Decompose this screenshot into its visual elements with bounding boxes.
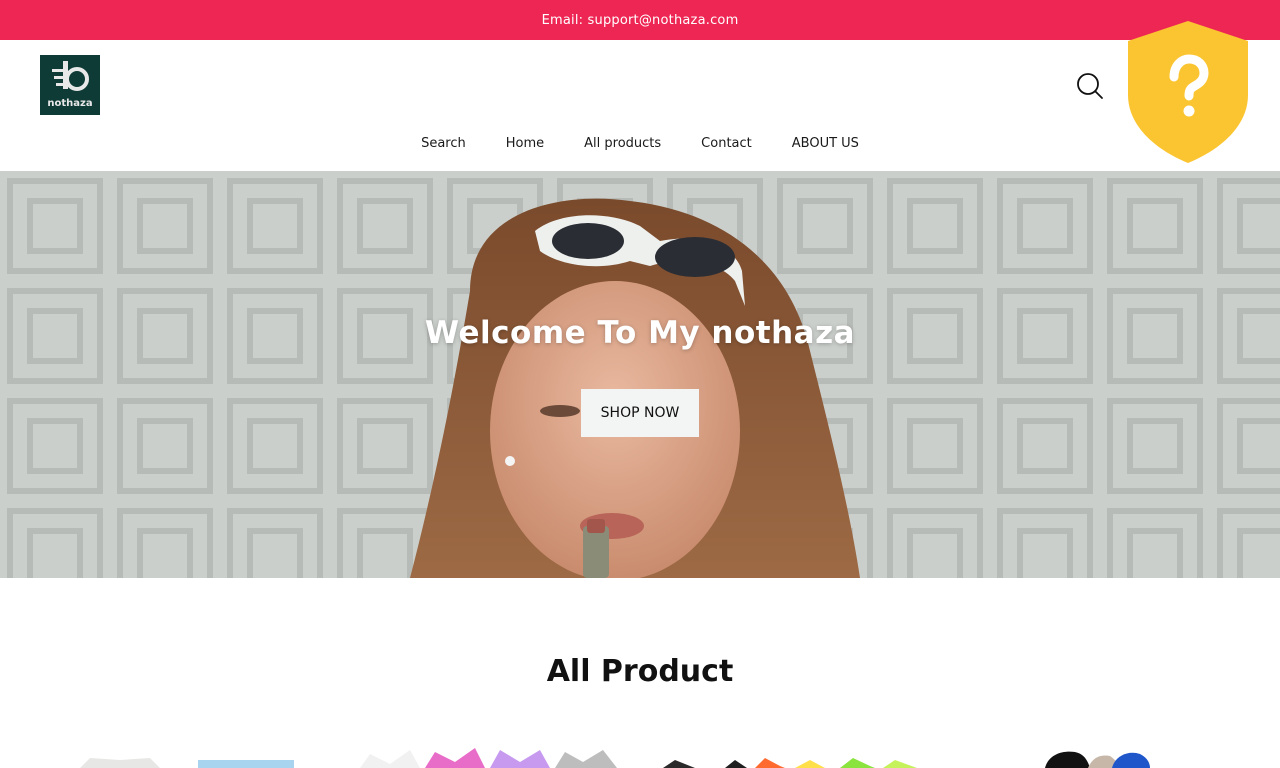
product-card-4[interactable] (1000, 742, 1220, 768)
section-title-all-product: All Product (546, 654, 734, 689)
product-image (360, 748, 617, 768)
nav-all-products[interactable]: All products (584, 136, 661, 156)
question-shield-icon (1128, 21, 1248, 163)
nav-home[interactable]: Home (506, 136, 544, 156)
product-image (1045, 751, 1150, 768)
product-image (663, 758, 917, 768)
site-header: nothaza Search Home All products Contact… (0, 40, 1280, 171)
nav-about-us[interactable]: ABOUT US (792, 136, 859, 156)
hero-banner: Welcome To My nothaza SHOP NOW (0, 171, 1280, 578)
brand-name: nothaza (47, 98, 93, 109)
nav-search[interactable]: Search (421, 136, 466, 156)
shop-now-button[interactable]: SHOP NOW (581, 389, 699, 437)
question-shield-badge[interactable] (1126, 19, 1250, 165)
product-card-2[interactable] (355, 742, 625, 768)
brand-logo[interactable]: nothaza (40, 55, 100, 115)
hero-title: Welcome To My nothaza (424, 315, 856, 351)
header-search-button[interactable] (1074, 70, 1106, 102)
announcement-bar: Email: support@nothaza.com (0, 0, 1280, 40)
product-card-3[interactable] (655, 742, 935, 768)
search-icon (1077, 73, 1103, 99)
hero-image (0, 171, 1280, 578)
product-image (80, 758, 294, 768)
main-nav: Search Home All products Contact ABOUT U… (0, 136, 1280, 156)
announcement-text: Email: support@nothaza.com (541, 12, 739, 28)
nav-contact[interactable]: Contact (701, 136, 752, 156)
product-card-1[interactable] (60, 742, 320, 768)
